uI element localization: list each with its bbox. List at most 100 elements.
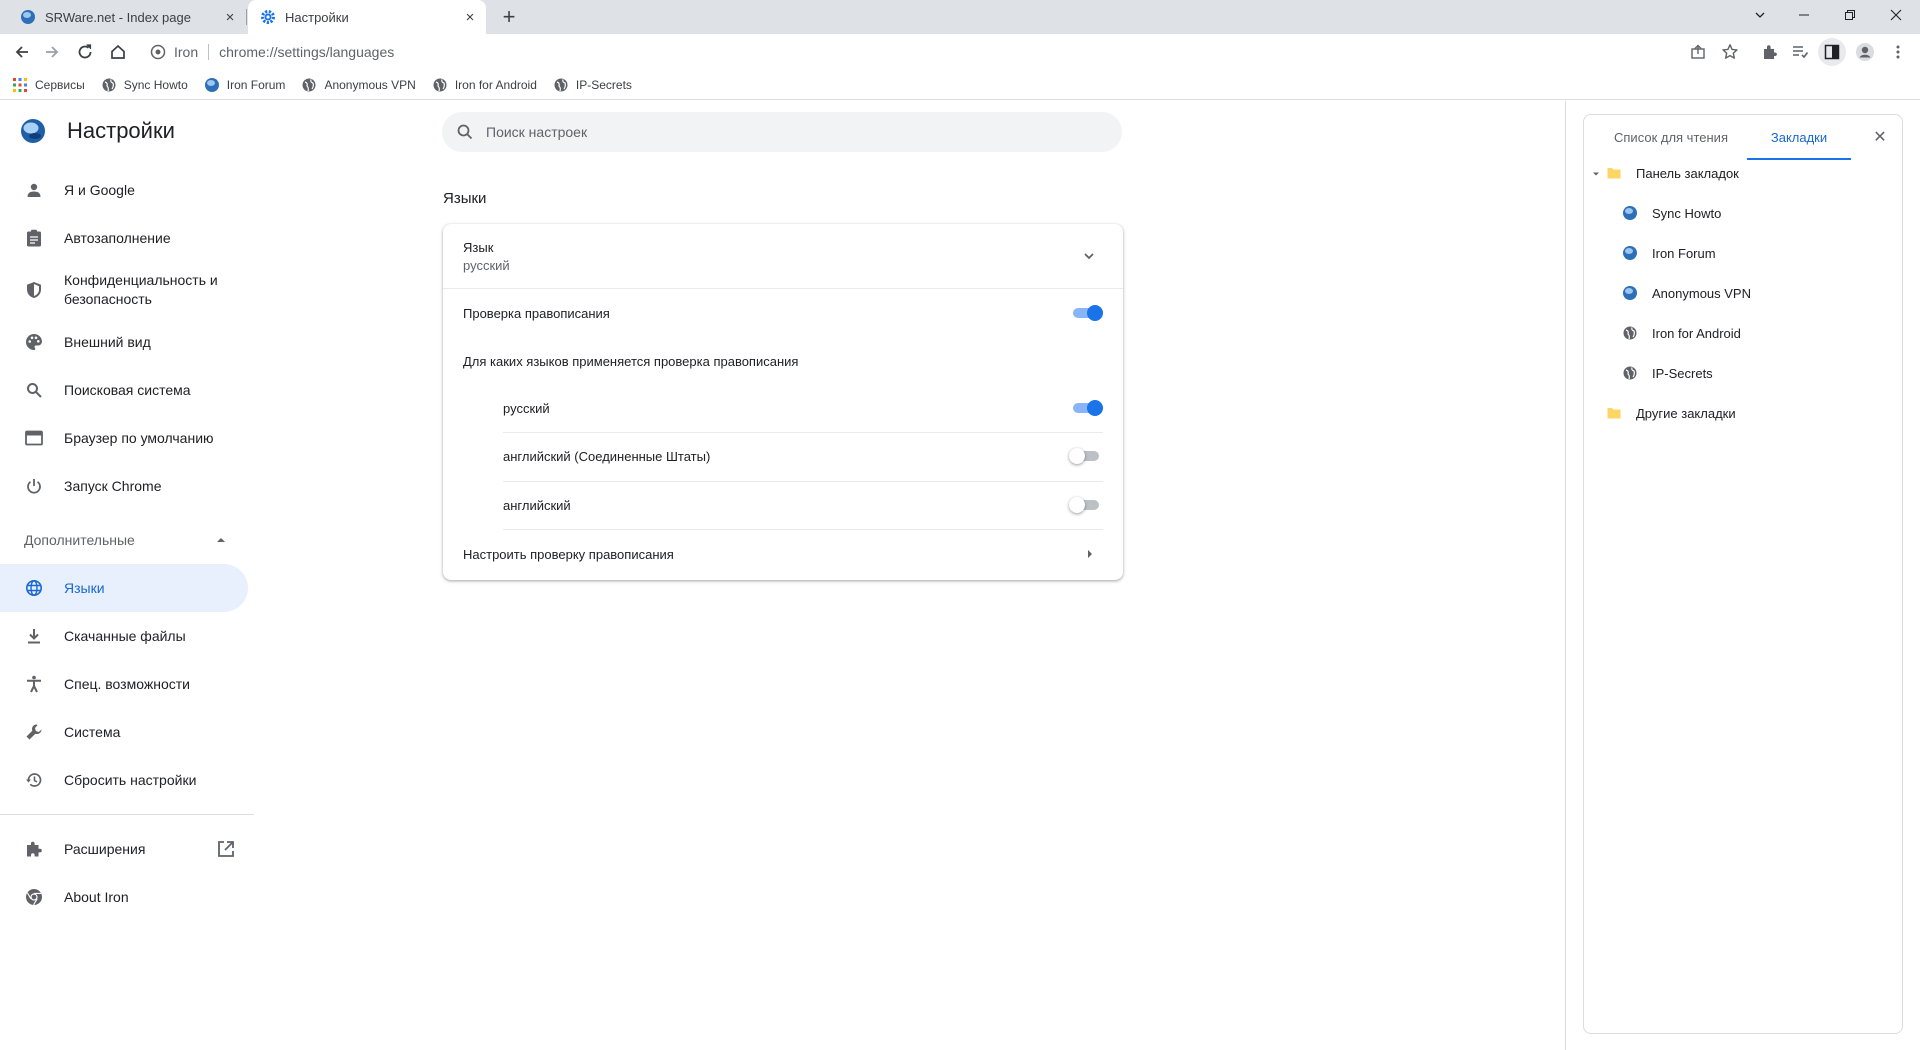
nav-item-on-startup[interactable]: Запуск Chrome (0, 462, 250, 510)
nav-item-system[interactable]: Система (0, 708, 250, 756)
wrench-icon (24, 722, 44, 742)
bookmark-item[interactable]: Sync Howto (1622, 193, 1721, 233)
bookmark-item[interactable]: Iron Forum (1622, 233, 1716, 273)
reload-icon[interactable] (71, 38, 99, 66)
search-settings-input[interactable]: Поиск настроек (442, 112, 1122, 152)
globe-icon (302, 78, 316, 91)
language-value: русский (463, 257, 510, 273)
tab-srware[interactable]: SRWare.net - Index page × (8, 0, 246, 34)
iron-logo-icon (1623, 286, 1637, 300)
nav-label: Сбросить настройки (64, 772, 197, 788)
tab-bookmarks[interactable]: Закладки (1747, 115, 1851, 159)
restore-icon[interactable] (1830, 0, 1870, 30)
minimize-icon[interactable] (1784, 0, 1824, 30)
chevron-down-icon[interactable] (1081, 248, 1097, 264)
folder-label: Другие закладки (1636, 405, 1736, 421)
spellcheck-label: Проверка правописания (463, 305, 610, 321)
nav-item-about[interactable]: About Iron (0, 873, 250, 921)
menu-dots-icon[interactable] (1884, 38, 1912, 66)
chrome-logo-icon (24, 887, 44, 907)
spellcheck-lang-toggle-en-us[interactable] (1069, 446, 1103, 466)
globe-icon (24, 578, 44, 598)
bookmark-sync-howto[interactable]: Sync Howto (101, 77, 188, 93)
bookmark-anonymous-vpn[interactable]: Anonymous VPN (301, 77, 416, 93)
home-icon[interactable] (104, 38, 132, 66)
nav-item-you-and-google[interactable]: Я и Google (0, 166, 250, 214)
spellcheck-lang-toggle-en[interactable] (1069, 495, 1103, 515)
reading-list-icon[interactable] (1786, 38, 1814, 66)
customize-spellcheck-row[interactable]: Настроить проверку правописания (443, 529, 1123, 579)
folder-icon (1607, 168, 1621, 179)
profile-avatar-icon[interactable] (1851, 38, 1879, 66)
tab-title: SRWare.net - Index page (45, 9, 191, 25)
iron-logo-icon (1623, 246, 1637, 260)
language-row[interactable]: Язык русский (443, 224, 1123, 288)
toggle-knob (1087, 400, 1103, 416)
palette-icon (24, 332, 44, 352)
back-icon[interactable] (8, 38, 36, 66)
nav-item-reset[interactable]: Сбросить настройки (0, 756, 250, 804)
nav-label: Запуск Chrome (64, 478, 162, 494)
close-icon[interactable]: × (460, 7, 480, 27)
power-icon (24, 476, 44, 496)
folder-label: Панель закладок (1636, 165, 1739, 181)
spellcheck-row[interactable]: Проверка правописания (443, 288, 1123, 338)
new-tab-button[interactable]: + (497, 4, 521, 29)
spellcheck-lang-label: русский (503, 400, 550, 416)
tab-title: Настройки (285, 9, 349, 25)
nav-advanced-toggle[interactable]: Дополнительные (0, 516, 250, 564)
spellcheck-lang-row[interactable]: английский (Соединенные Штаты) (443, 432, 1123, 481)
bookmark-label: Iron for Android (454, 77, 537, 92)
nav-item-autofill[interactable]: Автозаполнение (0, 214, 250, 262)
side-panel-icon[interactable] (1818, 38, 1846, 66)
globe-icon (433, 78, 447, 91)
spellcheck-lang-row[interactable]: английский (443, 481, 1123, 529)
toolbar: Iron chrome://settings/languages (0, 34, 1920, 70)
bookmark-folder[interactable]: Панель закладок (1606, 153, 1739, 193)
address-bar[interactable]: Iron chrome://settings/languages (140, 37, 1720, 67)
bookmark-label: Anonymous VPN (324, 77, 416, 92)
nav-label: Скачанные файлы (64, 628, 186, 644)
tab-settings[interactable]: Настройки × (248, 0, 486, 34)
nav-item-default-browser[interactable]: Браузер по умолчанию (0, 414, 250, 462)
bookmark-apps[interactable]: Сервисы (12, 77, 85, 93)
bookmark-item[interactable]: Iron for Android (1622, 313, 1741, 353)
share-icon[interactable] (1684, 38, 1712, 66)
nav-item-appearance[interactable]: Внешний вид (0, 318, 250, 366)
close-icon[interactable]: × (220, 7, 240, 27)
nav-item-accessibility[interactable]: Спец. возможности (0, 660, 250, 708)
languages-card: Язык русский Проверка правописания Для к… (443, 224, 1123, 580)
caret-down-icon[interactable] (1591, 169, 1601, 179)
bookmark-item[interactable]: Anonymous VPN (1622, 273, 1751, 313)
nav-item-extensions[interactable]: Расширения (0, 825, 250, 873)
settings-nav: Я и Google Автозаполнение Конфиденциальн… (0, 166, 254, 921)
site-info-icon[interactable] (150, 44, 166, 60)
url-text[interactable]: chrome://settings/languages (219, 44, 394, 60)
nav-item-downloads[interactable]: Скачанные файлы (0, 612, 250, 660)
toggle-knob (1087, 305, 1103, 321)
nav-item-search-engine[interactable]: Поисковая система (0, 366, 250, 414)
nav-label: Конфиденциальность и безопасность (64, 272, 218, 307)
tab-search-icon[interactable] (1740, 0, 1780, 30)
extensions-icon[interactable] (1756, 38, 1784, 66)
forward-icon[interactable] (38, 38, 66, 66)
spellcheck-lang-row[interactable]: русский (443, 384, 1123, 432)
spellcheck-toggle[interactable] (1071, 303, 1105, 323)
bookmark-folder[interactable]: Другие закладки (1606, 393, 1736, 433)
bookmark-label: Сервисы (35, 77, 85, 92)
bookmark-item[interactable]: IP-Secrets (1622, 353, 1713, 393)
bookmark-ip-secrets[interactable]: IP-Secrets (553, 77, 632, 93)
bookmark-iron-forum[interactable]: Iron Forum (204, 77, 285, 93)
close-side-panel-button[interactable]: ✕ (1870, 127, 1890, 147)
bookmark-iron-for-android[interactable]: Iron for Android (432, 77, 537, 93)
nav-item-privacy[interactable]: Конфиденциальность и безопасность (0, 262, 250, 318)
toggle-knob (1069, 448, 1085, 464)
nav-label: Система (64, 724, 121, 740)
arrow-right-icon (1088, 550, 1092, 558)
section-title: Языки (443, 190, 487, 207)
nav-item-languages[interactable]: Языки (0, 564, 248, 612)
star-icon[interactable] (1716, 38, 1744, 66)
close-window-icon[interactable] (1876, 0, 1916, 30)
bookmark-label: IP-Secrets (575, 77, 632, 92)
spellcheck-lang-toggle-ru[interactable] (1071, 398, 1105, 418)
